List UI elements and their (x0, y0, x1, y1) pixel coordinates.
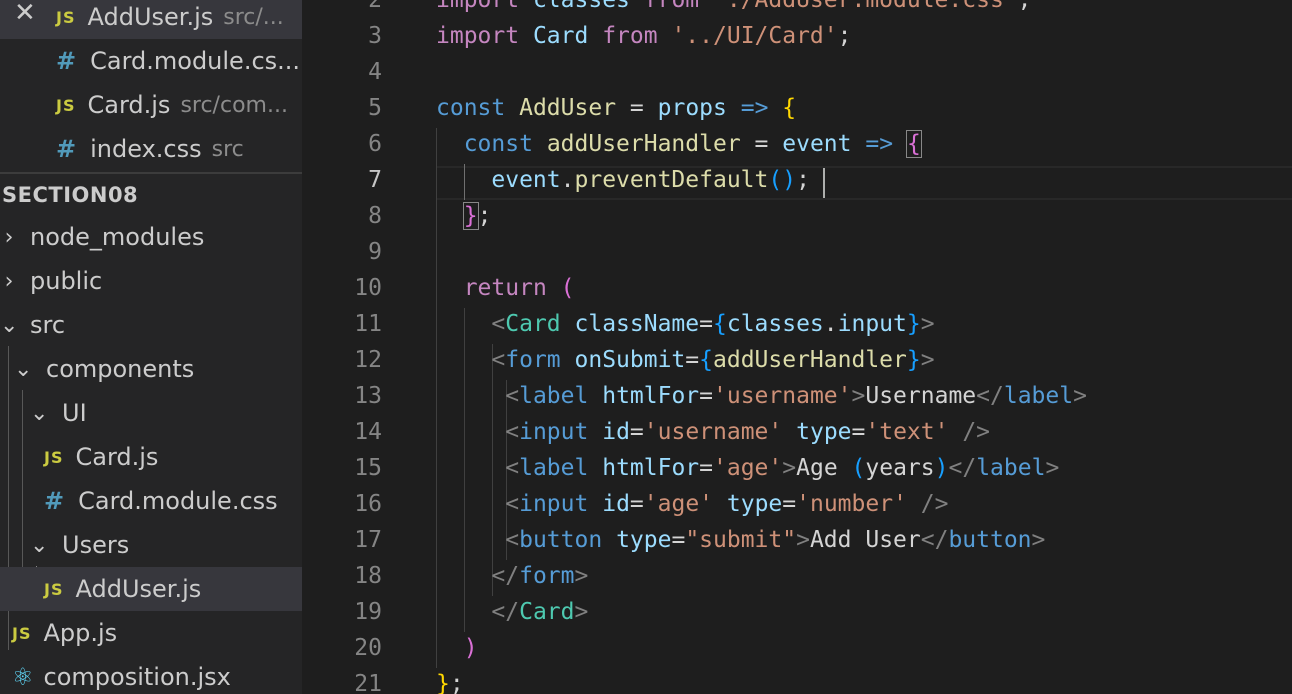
open-editor-name: index.css (90, 135, 202, 163)
code-line-active: event.preventDefault(); (491, 167, 810, 193)
code-line: <input id='age' type='number' /> (505, 491, 949, 517)
line-number: 12 (354, 347, 382, 373)
code-editor[interactable]: 2 3 4 5 6 7 8 9 10 11 12 13 14 15 16 17 … (302, 0, 1292, 694)
line-number: 6 (368, 131, 382, 157)
code-line: <Card className={classes.input}> (491, 311, 935, 337)
css-file-icon: # (44, 487, 65, 515)
close-icon[interactable]: ✕ (14, 0, 36, 28)
open-editor-path: src/... (223, 4, 284, 30)
explorer-sidebar: ✕ JS AddUser.js src/... # Card.module.cs… (0, 0, 302, 694)
chevron-right-icon: › (4, 224, 14, 250)
tree-folder-users[interactable]: ⌄ Users (0, 523, 302, 567)
tree-item-label: node_modules (30, 223, 205, 251)
code-line: }; (436, 671, 464, 694)
js-file-icon: JS (44, 579, 64, 599)
tree-folder-components[interactable]: ⌄ components (0, 347, 302, 391)
code-line: <button type="submit">Add User</button> (505, 527, 1046, 553)
code-line: import classes from './AddUser.module.cs… (436, 0, 1032, 13)
open-editor-card-module-css[interactable]: # Card.module.cs... (0, 39, 302, 83)
code-line: <label htmlFor='username'>Username</labe… (505, 383, 1087, 409)
tree-folder-public[interactable]: › public (0, 259, 302, 303)
code-line: </Card> (491, 599, 589, 625)
chevron-down-icon: ⌄ (30, 400, 49, 426)
line-number: 19 (354, 599, 382, 625)
chevron-down-icon: ⌄ (0, 312, 19, 338)
code-line: return ( (463, 275, 575, 301)
chevron-down-icon: ⌄ (14, 356, 33, 382)
line-number: 8 (368, 203, 382, 229)
line-number: 2 (368, 0, 382, 13)
tree-folder-src[interactable]: ⌄ src (0, 303, 302, 347)
js-file-icon: JS (56, 95, 76, 115)
tree-file-adduser-js[interactable]: JS AddUser.js (0, 567, 302, 611)
tree-item-label: App.js (43, 619, 118, 647)
tree-folder-node-modules[interactable]: › node_modules (0, 215, 302, 259)
chevron-down-icon: ⌄ (30, 532, 49, 558)
line-number: 3 (368, 23, 382, 49)
line-number: 18 (354, 563, 382, 589)
line-number: 5 (368, 95, 382, 121)
open-editor-adduser[interactable]: ✕ JS AddUser.js src/... (0, 0, 302, 39)
tree-item-label: components (46, 355, 195, 383)
tree-file-card-module-css[interactable]: # Card.module.css (0, 479, 302, 523)
tree-item-label: UI (62, 399, 87, 427)
code-line: const AddUser = props => { (436, 95, 797, 121)
code-line: <label htmlFor='age'>Age (years)</label> (505, 455, 1060, 481)
css-file-icon: # (56, 135, 77, 163)
open-editor-name: AddUser.js (87, 3, 214, 31)
open-editor-index-css[interactable]: # index.css src (0, 127, 302, 171)
line-number: 14 (354, 419, 382, 445)
tree-item-label: public (30, 267, 103, 295)
line-number: 13 (354, 383, 382, 409)
text-cursor (823, 168, 825, 198)
line-number-active: 7 (368, 167, 382, 193)
section-title: SECTION08 (2, 183, 139, 207)
tree-item-label: Card.js (75, 443, 159, 471)
code-line: ) (463, 635, 478, 661)
open-editor-name: Card.module.cs... (90, 47, 301, 75)
tree-file-card-js[interactable]: JS Card.js (0, 435, 302, 479)
chevron-right-icon: › (4, 268, 14, 294)
line-number: 10 (354, 275, 382, 301)
tree-item-label: Card.module.css (78, 487, 278, 515)
open-editor-path: src (211, 136, 244, 162)
line-number: 21 (354, 671, 382, 694)
js-file-icon: JS (44, 447, 64, 467)
line-number: 20 (354, 635, 382, 661)
css-file-icon: # (56, 47, 77, 75)
tree-file-app-js[interactable]: JS App.js (0, 611, 302, 655)
line-number: 15 (354, 455, 382, 481)
line-number: 9 (368, 239, 382, 265)
explorer-section-header[interactable]: SECTION08 (0, 172, 302, 216)
line-number: 11 (354, 311, 382, 337)
line-number: 16 (354, 491, 382, 517)
tree-file-composition-jsx[interactable]: ⚛ composition.jsx (0, 655, 302, 694)
tree-item-label: src (30, 311, 66, 339)
react-icon: ⚛ (12, 663, 34, 691)
tree-item-label: AddUser.js (75, 575, 202, 603)
js-file-icon: JS (56, 7, 76, 27)
code-line: </form> (491, 563, 589, 589)
code-line: <form onSubmit={addUserHandler}> (491, 347, 935, 373)
tree-item-label: Users (62, 531, 130, 559)
code-line: import Card from '../UI/Card'; (436, 23, 852, 49)
open-editor-name: Card.js (87, 91, 171, 119)
tree-item-label: composition.jsx (43, 663, 231, 691)
code-line: }; (462, 202, 492, 230)
open-editor-card-js[interactable]: JS Card.js src/com... (0, 83, 302, 127)
line-number: 4 (368, 59, 382, 85)
line-number: 17 (354, 527, 382, 553)
js-file-icon: JS (12, 623, 32, 643)
tree-folder-ui[interactable]: ⌄ UI (0, 391, 302, 435)
open-editor-path: src/com... (180, 92, 288, 118)
code-line: <input id='username' type='text' /> (505, 419, 991, 445)
code-line: const addUserHandler = event => { (463, 130, 922, 158)
